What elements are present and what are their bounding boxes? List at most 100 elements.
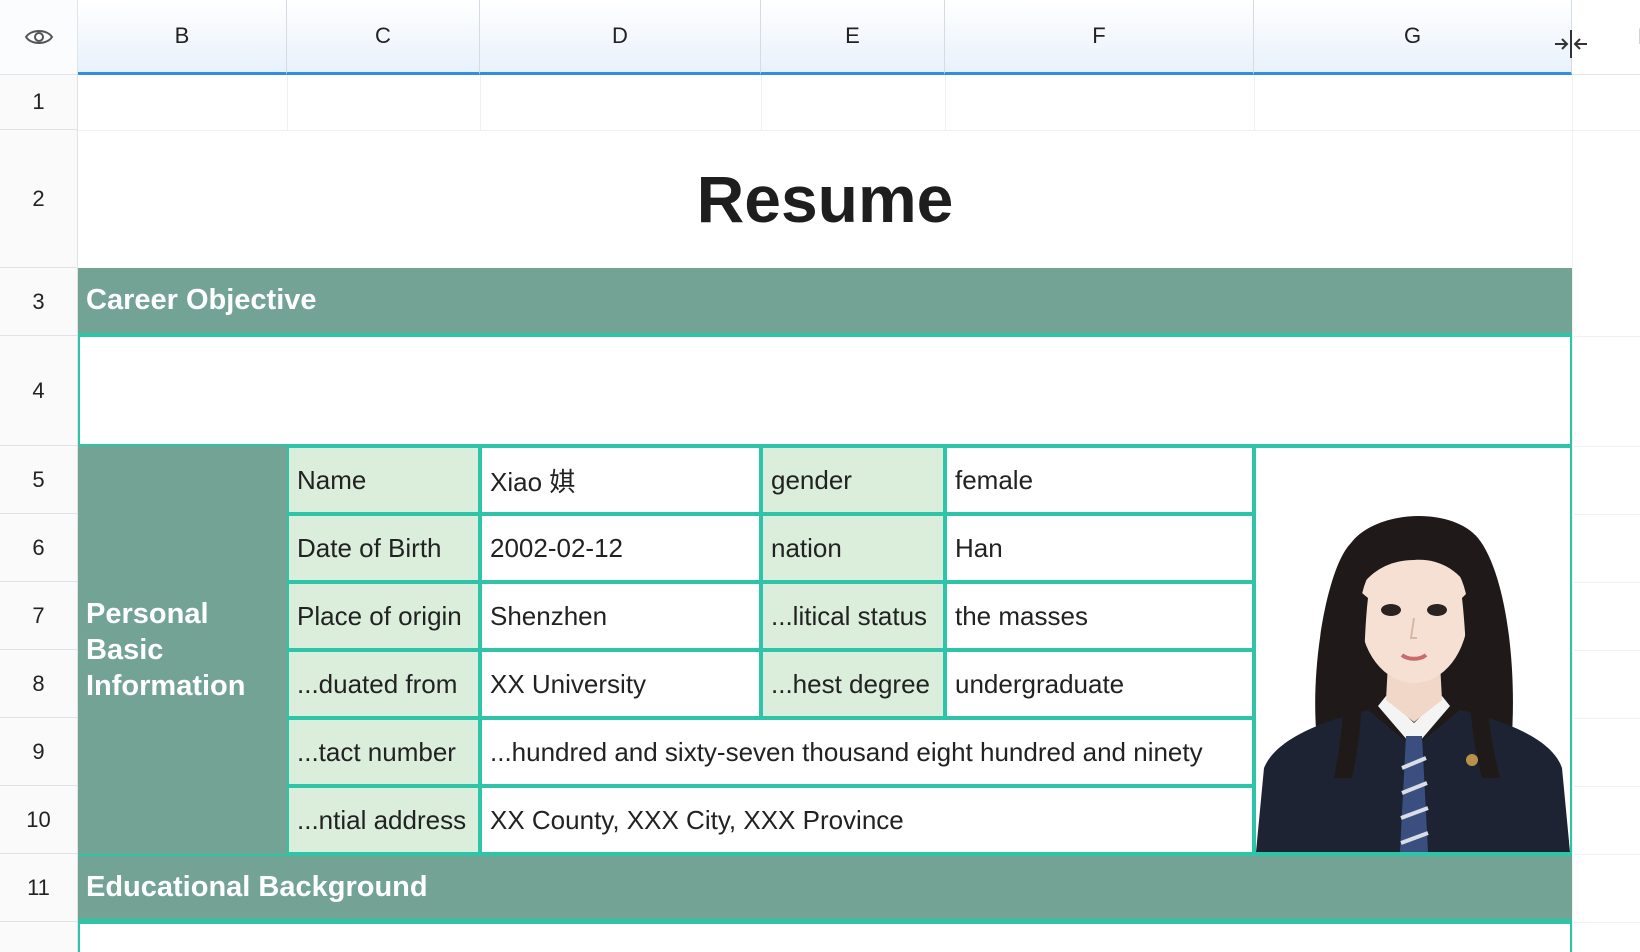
title-text: Resume xyxy=(696,162,954,236)
cell-text: ...ntial address xyxy=(297,804,467,835)
row-number: 3 xyxy=(32,288,45,314)
eye-icon[interactable] xyxy=(24,27,54,47)
photo-cell[interactable] xyxy=(1256,448,1570,852)
id-photo xyxy=(1256,448,1570,852)
dob-label-cell[interactable]: Date of Birth xyxy=(289,516,478,580)
grid-line xyxy=(1574,718,1640,719)
grid-line xyxy=(761,75,762,130)
contact-number-value-cell[interactable]: ...hundred and sixty-seven thousand eigh… xyxy=(482,720,1252,784)
personal-info-header[interactable]: Personal Basic Information xyxy=(78,446,287,854)
row-number: 8 xyxy=(32,670,45,696)
cell-text: ...hest degree xyxy=(771,668,930,699)
cell-text: Xiao 娸 xyxy=(490,466,576,497)
cell-text: XX University xyxy=(490,668,647,699)
column-header-b[interactable]: B xyxy=(78,0,287,75)
career-objective-cell[interactable] xyxy=(80,337,1570,444)
grid-line xyxy=(1572,75,1573,952)
cell-text: Shenzhen xyxy=(490,600,608,631)
select-all-corner[interactable] xyxy=(0,0,78,75)
highest-degree-label-cell[interactable]: ...hest degree xyxy=(763,652,943,716)
row-number: 2 xyxy=(32,185,45,211)
grid-line xyxy=(1574,582,1640,583)
row-header-6[interactable]: 6 xyxy=(0,514,78,582)
name-label-cell[interactable]: Name xyxy=(289,448,478,512)
grid-line xyxy=(1574,922,1640,923)
origin-label-cell[interactable]: Place of origin xyxy=(289,584,478,648)
column-header-e[interactable]: E xyxy=(761,0,945,75)
row-header-11[interactable]: 11 xyxy=(0,854,78,922)
nation-label-cell[interactable]: nation xyxy=(763,516,943,580)
row-number: 1 xyxy=(32,89,45,114)
row-number: 6 xyxy=(32,534,45,560)
career-objective-header[interactable]: Career Objective xyxy=(78,268,1572,336)
cell-text: ...hundred and sixty-seven thousand eigh… xyxy=(490,736,1203,767)
row-header-5[interactable]: 5 xyxy=(0,446,78,514)
gender-label-cell[interactable]: gender xyxy=(763,448,943,512)
row-header-10[interactable]: 10 xyxy=(0,786,78,854)
column-letter: D xyxy=(612,23,628,48)
section-title: Personal Basic Information xyxy=(86,598,246,702)
row-number: 9 xyxy=(32,738,45,764)
column-letter: E xyxy=(845,23,860,48)
education-cell[interactable] xyxy=(80,924,1570,952)
column-header-f[interactable]: F xyxy=(945,0,1254,75)
cell-text: Place of origin xyxy=(297,600,462,631)
nation-value-cell[interactable]: Han xyxy=(947,516,1252,580)
row-number: 11 xyxy=(27,874,50,900)
political-status-label-cell[interactable]: ...litical status xyxy=(763,584,943,648)
resume-title[interactable]: Resume xyxy=(78,130,1572,268)
address-value-cell[interactable]: XX County, XXX City, XXX Province xyxy=(482,788,1252,852)
column-letter: C xyxy=(375,23,391,48)
address-label-cell[interactable]: ...ntial address xyxy=(289,788,478,852)
grid-line xyxy=(1574,786,1640,787)
grid-line xyxy=(287,75,288,130)
cell-text: ...tact number xyxy=(297,736,456,767)
grid-line xyxy=(1574,514,1640,515)
row-header-2[interactable]: 2 xyxy=(0,130,78,268)
cell-text: undergraduate xyxy=(955,668,1125,699)
column-header-g[interactable]: G xyxy=(1254,0,1572,75)
grid-line xyxy=(480,75,481,130)
graduated-from-label-cell[interactable]: ...duated from xyxy=(289,652,478,716)
row-number: 10 xyxy=(26,806,51,832)
grid-line xyxy=(1574,650,1640,651)
row-header-7[interactable]: 7 xyxy=(0,582,78,650)
cell-text: Han xyxy=(955,532,1003,563)
cell-text: Date of Birth xyxy=(297,532,442,563)
section-title: Career Objective xyxy=(86,284,317,316)
cell-text: the masses xyxy=(955,600,1088,631)
grid-line xyxy=(1574,446,1640,447)
row-number: 7 xyxy=(32,602,45,628)
column-letter: G xyxy=(1403,23,1422,48)
column-letter: F xyxy=(1092,23,1106,48)
highest-degree-value-cell[interactable]: undergraduate xyxy=(947,652,1252,716)
row-number: 4 xyxy=(32,377,45,403)
cell-text: ...duated from xyxy=(297,668,458,699)
cell-text: female xyxy=(955,464,1034,495)
educational-background-header[interactable]: Educational Background xyxy=(78,854,1572,922)
cell-text: ...litical status xyxy=(771,600,928,631)
origin-value-cell[interactable]: Shenzhen xyxy=(482,584,759,648)
column-header-d[interactable]: D xyxy=(480,0,761,75)
row-header-1[interactable]: 1 xyxy=(0,75,78,130)
graduated-from-value-cell[interactable]: XX University xyxy=(482,652,759,716)
cell-text: nation xyxy=(771,532,842,563)
row-header-9[interactable]: 9 xyxy=(0,718,78,786)
row-header-3[interactable]: 3 xyxy=(0,268,78,336)
row-header-12[interactable] xyxy=(0,922,78,952)
section-title: Educational Background xyxy=(86,871,428,903)
column-header-c[interactable]: C xyxy=(287,0,480,75)
grid-line xyxy=(1574,854,1640,855)
gender-value-cell[interactable]: female xyxy=(947,448,1252,512)
name-value-cell[interactable]: Xiao 娸 xyxy=(482,448,759,512)
cell-text: Name xyxy=(297,464,367,495)
collapse-columns-icon[interactable] xyxy=(1553,26,1589,62)
row-number: 5 xyxy=(32,466,45,492)
political-status-value-cell[interactable]: the masses xyxy=(947,584,1252,648)
contact-number-label-cell[interactable]: ...tact number xyxy=(289,720,478,784)
row-header-4[interactable]: 4 xyxy=(0,336,78,446)
cell-text: gender xyxy=(771,464,852,495)
dob-value-cell[interactable]: 2002-02-12 xyxy=(482,516,759,580)
grid-line xyxy=(1574,336,1640,337)
row-header-8[interactable]: 8 xyxy=(0,650,78,718)
